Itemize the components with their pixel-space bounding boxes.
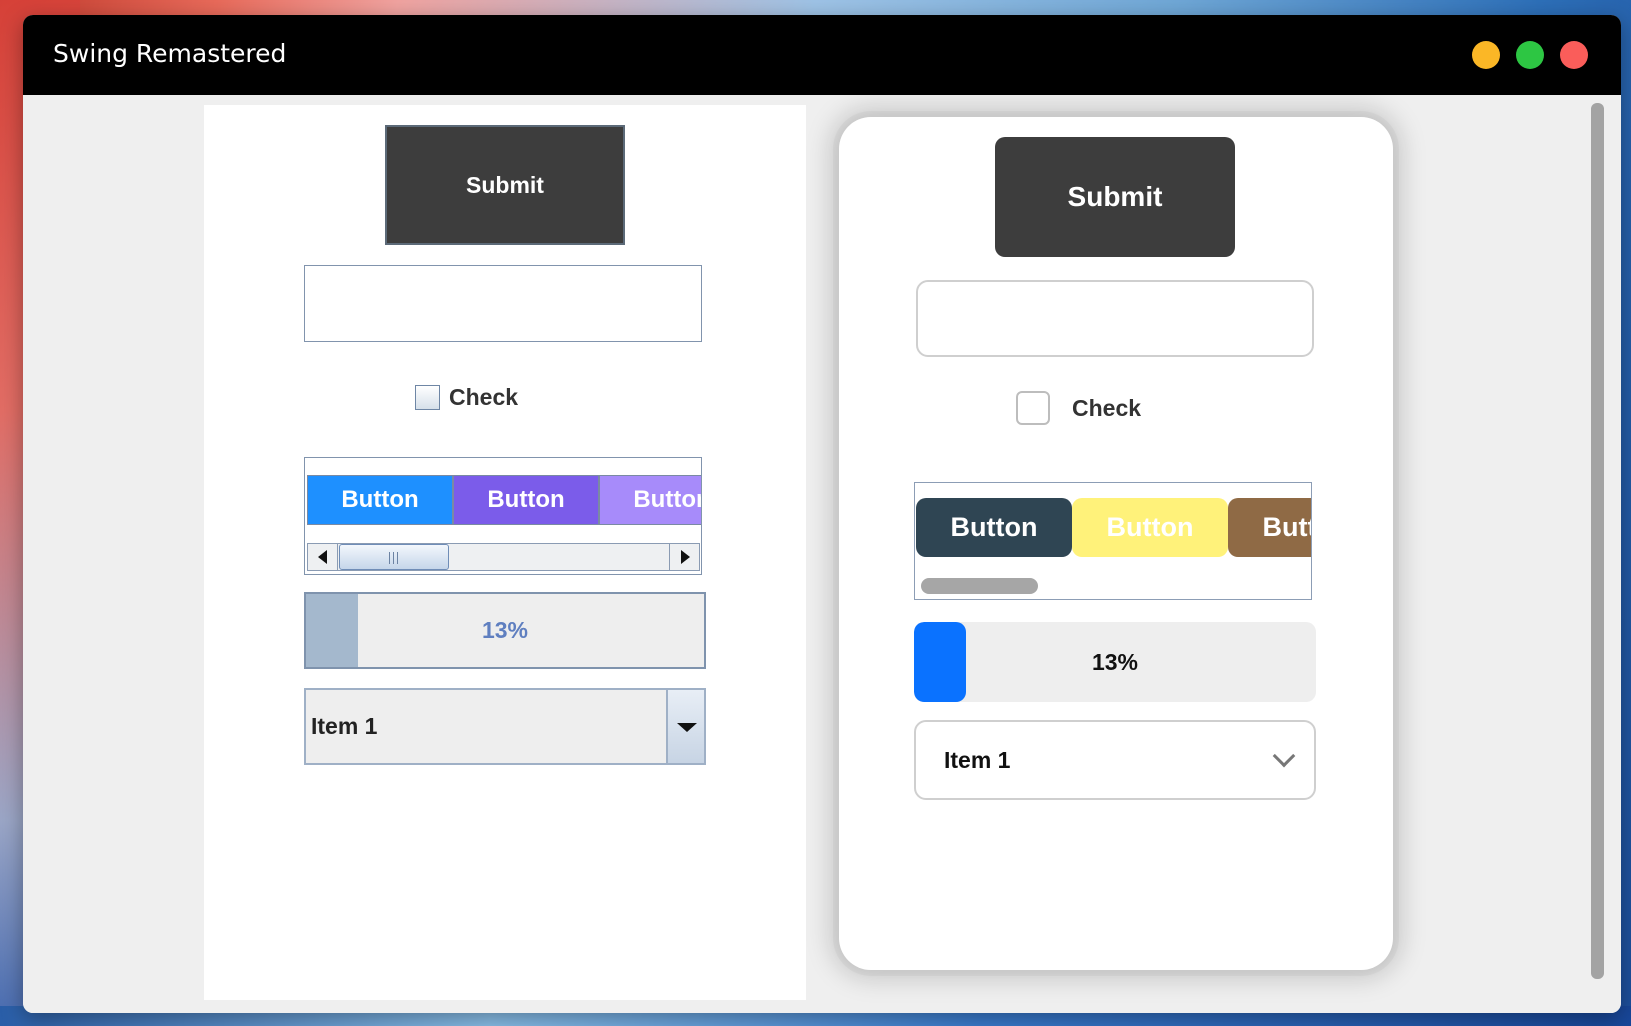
checkbox-label: Check bbox=[449, 384, 519, 410]
button-scroll-pane: Button Button Button bbox=[914, 482, 1312, 600]
scroll-left-icon[interactable] bbox=[308, 544, 338, 570]
minimize-button[interactable] bbox=[1472, 41, 1500, 69]
combobox-value: Item 1 bbox=[311, 713, 378, 739]
vertical-scrollbar[interactable] bbox=[1591, 103, 1604, 979]
checkbox-box[interactable] bbox=[415, 385, 440, 410]
horizontal-scrollbar-thumb[interactable] bbox=[921, 578, 1038, 594]
scroll-button[interactable]: Button bbox=[1228, 498, 1311, 557]
scroll-button[interactable]: Button bbox=[916, 498, 1072, 557]
button-row: Button Button Button bbox=[916, 498, 1311, 557]
check-checkbox[interactable]: Check bbox=[1016, 391, 1141, 425]
chevron-down-icon[interactable] bbox=[666, 690, 704, 763]
classic-panel: Submit Check Button Button Button bbox=[204, 105, 806, 1000]
scroll-button[interactable]: Button bbox=[453, 475, 599, 525]
submit-button[interactable]: Submit bbox=[995, 137, 1235, 257]
chevron-down-icon[interactable] bbox=[1272, 744, 1296, 768]
scroll-button[interactable]: Button bbox=[599, 475, 701, 525]
progress-label: 13% bbox=[1091, 648, 1139, 675]
content-area: Submit Check Button Button Button bbox=[23, 95, 1621, 1013]
check-checkbox[interactable]: Check bbox=[415, 384, 518, 411]
item-combobox[interactable]: Item 1 bbox=[914, 720, 1316, 800]
checkbox-label: Check bbox=[1072, 394, 1142, 421]
scroll-button[interactable]: Button bbox=[1072, 498, 1228, 557]
progress-label: 13% bbox=[481, 617, 529, 643]
text-field[interactable] bbox=[304, 265, 702, 342]
progress-bar: 13% bbox=[304, 592, 706, 669]
scrollbar-thumb[interactable] bbox=[339, 544, 449, 570]
button-scroll-pane: Button Button Button bbox=[304, 457, 702, 575]
combobox-value: Item 1 bbox=[944, 746, 1011, 773]
window-title: Swing Remastered bbox=[53, 39, 287, 68]
button-row: Button Button Button bbox=[307, 475, 701, 525]
progress-bar: 13% bbox=[914, 622, 1316, 702]
close-button[interactable] bbox=[1560, 41, 1588, 69]
maximize-button[interactable] bbox=[1516, 41, 1544, 69]
horizontal-scrollbar[interactable] bbox=[307, 543, 700, 571]
submit-button[interactable]: Submit bbox=[385, 125, 625, 245]
modern-panel: Submit Check Button Button Button 13% It… bbox=[839, 117, 1393, 970]
app-window: Swing Remastered Submit Check Button But… bbox=[23, 15, 1621, 1013]
vertical-scrollbar-thumb[interactable] bbox=[1591, 103, 1604, 979]
title-bar[interactable]: Swing Remastered bbox=[23, 15, 1621, 95]
item-combobox[interactable]: Item 1 bbox=[304, 688, 706, 765]
scroll-button[interactable]: Button bbox=[307, 475, 453, 525]
grip-icon bbox=[389, 552, 399, 564]
scroll-right-icon[interactable] bbox=[669, 544, 699, 570]
text-field[interactable] bbox=[916, 280, 1314, 357]
checkbox-box[interactable] bbox=[1016, 391, 1050, 425]
